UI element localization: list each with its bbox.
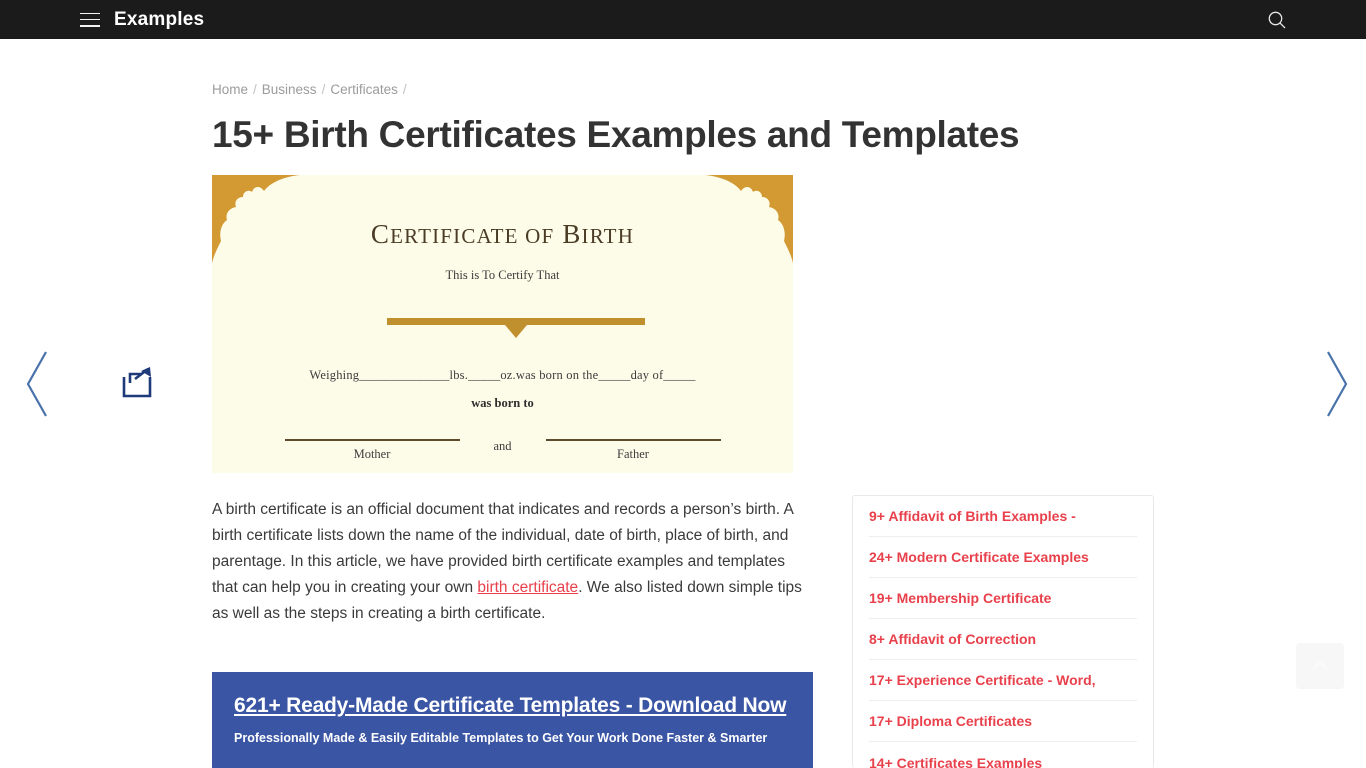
certificate-weighing-line: Weighing______________lbs._____oz.was bo… [309, 368, 696, 382]
signature-label-mother: Mother [353, 446, 391, 461]
signature-rule [545, 439, 721, 441]
article-intro-paragraph: A birth certificate is an official docum… [212, 497, 812, 627]
breadcrumb-separator: / [402, 82, 407, 97]
certificate-heading-mid: ERTIFICATE OF [390, 224, 555, 248]
share-icon[interactable] [120, 366, 154, 400]
chevron-left-icon[interactable] [22, 348, 52, 420]
page-root: Examples Home / Business / Certificates / 15+… [0, 0, 1366, 768]
signature-mother: Mother [284, 439, 460, 462]
certificate-heading-b: B [562, 219, 582, 249]
related-link-item[interactable]: 24+ Modern Certificate Examples [869, 537, 1137, 578]
related-link-item[interactable]: 19+ Membership Certificate [869, 578, 1137, 619]
certificate-born-to: was born to [471, 396, 534, 410]
page-title: 15+ Birth Certificates Examples and Temp… [212, 114, 1020, 155]
promo-banner[interactable]: 621+ Ready-Made Certificate Templates - … [212, 672, 813, 768]
promo-banner-title[interactable]: 621+ Ready-Made Certificate Templates - … [234, 694, 791, 718]
related-link-item[interactable]: 8+ Affidavit of Correction [869, 619, 1137, 660]
certificate-heading-end: IRTH [581, 224, 635, 248]
related-links-panel: 9+ Affidavit of Birth Examples - 24+ Mod… [852, 495, 1154, 768]
certificate-image[interactable]: CERTIFICATE OF BIRTH This is To Certify … [212, 175, 793, 473]
hamburger-icon[interactable] [80, 12, 100, 27]
signature-rule [284, 439, 460, 441]
signature-father: Father [545, 439, 721, 462]
breadcrumb-item-certificates[interactable]: Certificates [330, 82, 398, 97]
breadcrumb-separator: / [321, 82, 326, 97]
certificate-heading: CERTIFICATE OF BIRTH [212, 219, 793, 250]
breadcrumb-separator: / [253, 82, 257, 97]
promo-banner-subtitle: Professionally Made & Easily Editable Te… [234, 731, 768, 745]
certificate-heading-c: C [370, 219, 391, 249]
chevron-right-icon[interactable] [1322, 348, 1352, 420]
related-link-item[interactable]: 17+ Experience Certificate - Word, [869, 660, 1137, 701]
signature-and-label: and [493, 439, 512, 453]
certificate-signature-row: Mother and Father [212, 439, 793, 462]
related-link-item[interactable]: 17+ Diploma Certificates [869, 701, 1137, 742]
certificate-divider [387, 318, 645, 338]
breadcrumb: Home / Business / Certificates / [212, 82, 412, 97]
site-header: Examples [0, 0, 1366, 39]
related-link-item[interactable]: 14+ Certificates Examples [869, 742, 1137, 768]
site-logo[interactable]: Examples [114, 9, 204, 31]
back-to-top-button[interactable] [1296, 643, 1344, 689]
breadcrumb-item-home[interactable]: Home [212, 82, 248, 97]
breadcrumb-item-business[interactable]: Business [262, 82, 317, 97]
certificate-subtitle: This is To Certify That [445, 268, 560, 282]
birth-certificate-link[interactable]: birth certificate [477, 579, 578, 596]
signature-label-father: Father [617, 446, 649, 461]
related-link-item[interactable]: 9+ Affidavit of Birth Examples - [869, 496, 1137, 537]
search-icon[interactable] [1266, 9, 1288, 31]
